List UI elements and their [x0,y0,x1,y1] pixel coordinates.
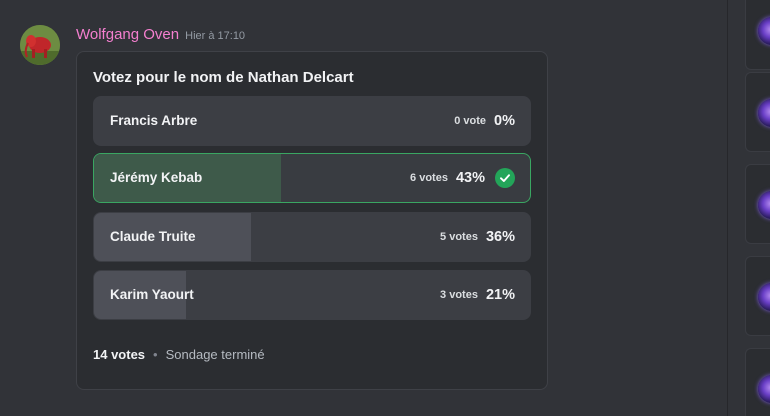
embed-thumbnail-icon [758,375,770,403]
embed-thumbnail-icon [758,191,770,219]
poll-answer-percent: 36% [485,229,515,245]
timestamp[interactable]: Hier à 17:10 [185,30,245,42]
message-header: Wolfgang Oven Hier à 17:10 [76,26,245,44]
poll-answer-votes: 0 vote [454,115,487,127]
poll-answer-votes: 5 votes [440,231,478,243]
side-embed-card[interactable] [745,72,770,152]
embed-thumbnail-icon [758,17,770,45]
poll-answer[interactable]: Francis Arbre 0 vote 0% [93,96,531,146]
poll-answer-votes: 6 votes [410,172,448,184]
avatar[interactable] [20,25,60,65]
poll-answer-percent: 0% [494,113,515,129]
username[interactable]: Wolfgang Oven [76,26,179,43]
poll-answer-label: Francis Arbre [110,113,198,128]
side-embed-card[interactable] [745,348,770,416]
poll-card: Votez pour le nom de Nathan Delcart Fran… [76,51,548,390]
poll-answer[interactable]: Claude Truite 5 votes 36% [93,212,531,262]
side-embeds [745,0,770,416]
poll-question: Votez pour le nom de Nathan Delcart [93,69,354,86]
page: Wolfgang Oven Hier à 17:10 Votez pour le … [0,0,770,416]
poll-footer: 14 votes • Sondage terminé [93,347,265,362]
poll-answer-percent: 43% [455,170,485,186]
poll-footer-separator: • [153,347,158,362]
poll-answer-percent: 21% [485,287,515,303]
side-embed-card[interactable] [745,256,770,336]
poll-answer[interactable]: Karim Yaourt 3 votes 21% [93,270,531,320]
side-divider [727,0,728,416]
side-embed-card[interactable] [745,0,770,70]
avatar-image [20,25,60,65]
check-icon [495,168,515,188]
poll-total-votes: 14 votes [93,347,146,362]
poll-answer-label: Jérémy Kebab [110,170,203,185]
poll-answer-label: Claude Truite [110,229,196,244]
embed-thumbnail-icon [758,283,770,311]
poll-answer-votes: 3 votes [440,289,478,301]
poll-answer-selected[interactable]: Jérémy Kebab 6 votes 43% [93,153,531,203]
poll-status: Sondage terminé [165,347,265,362]
poll-answer-label: Karim Yaourt [110,287,194,302]
embed-thumbnail-icon [758,99,770,127]
side-embed-card[interactable] [745,164,770,244]
